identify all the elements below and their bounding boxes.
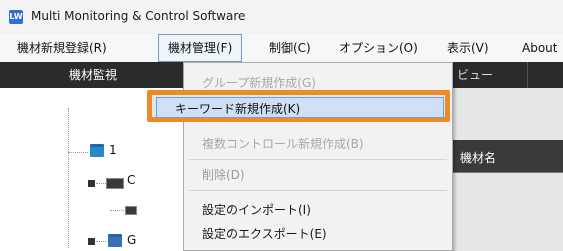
menu-item-new-group[interactable]: グループ新規作成(G) — [202, 74, 316, 91]
tree-connector — [68, 152, 88, 153]
menu-equipment-register[interactable]: 機材新規登録(R) — [8, 34, 116, 62]
menu-control[interactable]: 制御(C) — [260, 34, 320, 62]
app-icon: LW — [9, 10, 23, 24]
collapse-icon[interactable] — [88, 180, 95, 187]
group-icon — [108, 234, 122, 247]
tree-connector — [68, 108, 69, 248]
tree-node-label[interactable]: G — [127, 233, 136, 247]
menu-bar: 機材新規登録(R) 機材管理(F) 制御(C) オプション(O) 表示(V) A… — [0, 34, 563, 63]
tree-node-label[interactable]: C — [127, 173, 135, 187]
tab-equipment-monitor[interactable]: 機材監視 — [45, 62, 141, 88]
menu-item-new-multi-control[interactable]: 複数コントロール新規作成(B) — [202, 135, 364, 152]
menu-equipment-manage[interactable]: 機材管理(F) — [158, 34, 243, 62]
menu-item-import-settings[interactable]: 設定のインポート(I) — [202, 201, 311, 218]
menu-options[interactable]: オプション(O) — [330, 34, 427, 62]
menu-view[interactable]: 表示(V) — [438, 34, 498, 62]
tree-connector — [96, 183, 106, 184]
device-icon — [125, 206, 137, 215]
device-icon — [106, 178, 124, 189]
menu-item-delete[interactable]: 削除(D) — [202, 166, 245, 183]
menu-item-new-keyword-label: キーワード新規作成(K) — [175, 102, 301, 116]
title-bar: LW Multi Monitoring & Control Software — [0, 0, 563, 34]
folder-icon — [90, 144, 104, 157]
highlight-annotation: キーワード新規作成(K) — [147, 90, 450, 122]
window-title: Multi Monitoring & Control Software — [31, 9, 246, 23]
column-header-equipment-name[interactable]: 機材名 — [460, 149, 496, 166]
tree-connector — [96, 241, 106, 242]
tree-connector — [110, 210, 124, 211]
menu-item-new-keyword[interactable]: キーワード新規作成(K) — [156, 97, 444, 118]
tree-node-label[interactable]: 1 — [109, 143, 117, 157]
menu-separator — [189, 159, 447, 160]
menu-separator — [189, 190, 447, 191]
menu-item-export-settings[interactable]: 設定のエクスポート(E) — [202, 225, 327, 242]
collapse-icon[interactable] — [88, 238, 95, 245]
menu-about[interactable]: About — [513, 34, 563, 62]
